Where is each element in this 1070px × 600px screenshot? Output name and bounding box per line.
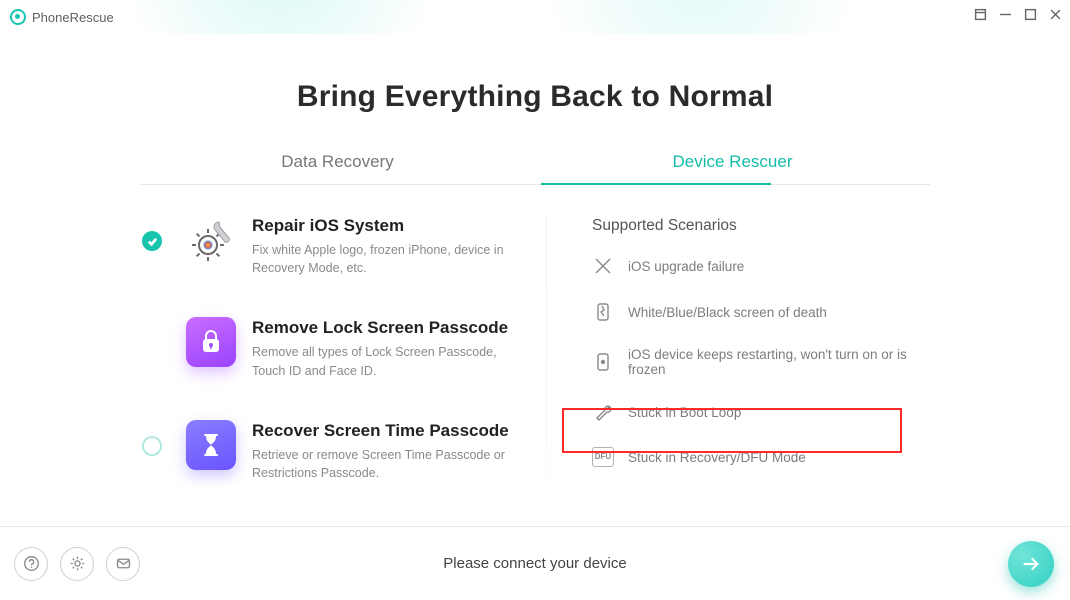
app-name: PhoneRescue — [32, 10, 114, 25]
scenario-label: iOS device keeps restarting, won't turn … — [628, 347, 930, 377]
scenarios-panel: Supported Scenarios iOS upgrade failure … — [550, 215, 930, 482]
keep-on-top-icon[interactable] — [974, 8, 987, 21]
scenario-boot-loop: Stuck in Boot Loop — [592, 401, 930, 423]
lock-icon — [186, 317, 236, 367]
x-tool-icon — [592, 255, 614, 277]
close-icon[interactable] — [1049, 8, 1062, 21]
dfu-tag-icon: DFU — [592, 447, 614, 467]
wrench-gear-icon — [186, 215, 236, 265]
tab-data-recovery[interactable]: Data Recovery — [140, 138, 535, 184]
option-remove-lock-passcode[interactable]: Remove Lock Screen Passcode Remove all t… — [140, 317, 550, 379]
tools-icon — [592, 401, 614, 423]
scenario-label: iOS upgrade failure — [628, 259, 744, 274]
scenario-restarting: iOS device keeps restarting, won't turn … — [592, 347, 930, 377]
scenario-recovery-dfu: DFU Stuck in Recovery/DFU Mode — [592, 447, 930, 467]
option-title: Repair iOS System — [252, 215, 522, 237]
hourglass-icon — [186, 420, 236, 470]
tabs: Data Recovery Device Rescuer — [140, 138, 930, 185]
option-title: Recover Screen Time Passcode — [252, 420, 522, 442]
brand: PhoneRescue — [10, 9, 114, 25]
option-recover-screen-time[interactable]: Recover Screen Time Passcode Retrieve or… — [140, 420, 550, 482]
titlebar: PhoneRescue — [0, 0, 1070, 34]
maximize-icon[interactable] — [1024, 8, 1037, 21]
page-title: Bring Everything Back to Normal — [0, 80, 1070, 114]
status-text: Please connect your device — [0, 555, 1070, 572]
phone-frozen-icon — [592, 351, 614, 373]
option-desc: Retrieve or remove Screen Time Passcode … — [252, 446, 522, 482]
scenarios-title: Supported Scenarios — [592, 217, 930, 235]
option-repair-ios[interactable]: Repair iOS System Fix white Apple logo, … — [140, 215, 550, 277]
tab-device-rescuer[interactable]: Device Rescuer — [535, 138, 930, 184]
option-title: Remove Lock Screen Passcode — [252, 317, 522, 339]
scenario-label: Stuck in Recovery/DFU Mode — [628, 450, 806, 465]
scenario-screen-of-death: White/Blue/Black screen of death — [592, 301, 930, 323]
scenario-label: White/Blue/Black screen of death — [628, 305, 827, 320]
scenario-label: Stuck in Boot Loop — [628, 405, 741, 420]
options-list: Repair iOS System Fix white Apple logo, … — [140, 215, 550, 482]
next-button[interactable] — [1008, 541, 1054, 587]
radio-checked-icon — [142, 231, 162, 251]
option-desc: Remove all types of Lock Screen Passcode… — [252, 343, 522, 379]
app-logo-icon — [10, 9, 26, 25]
scenario-upgrade-failure: iOS upgrade failure — [592, 255, 930, 277]
radio-unchecked-icon — [142, 436, 162, 456]
minimize-icon[interactable] — [999, 8, 1012, 21]
tab-underline — [541, 183, 771, 185]
option-desc: Fix white Apple logo, frozen iPhone, dev… — [252, 241, 522, 277]
phone-crack-icon — [592, 301, 614, 323]
